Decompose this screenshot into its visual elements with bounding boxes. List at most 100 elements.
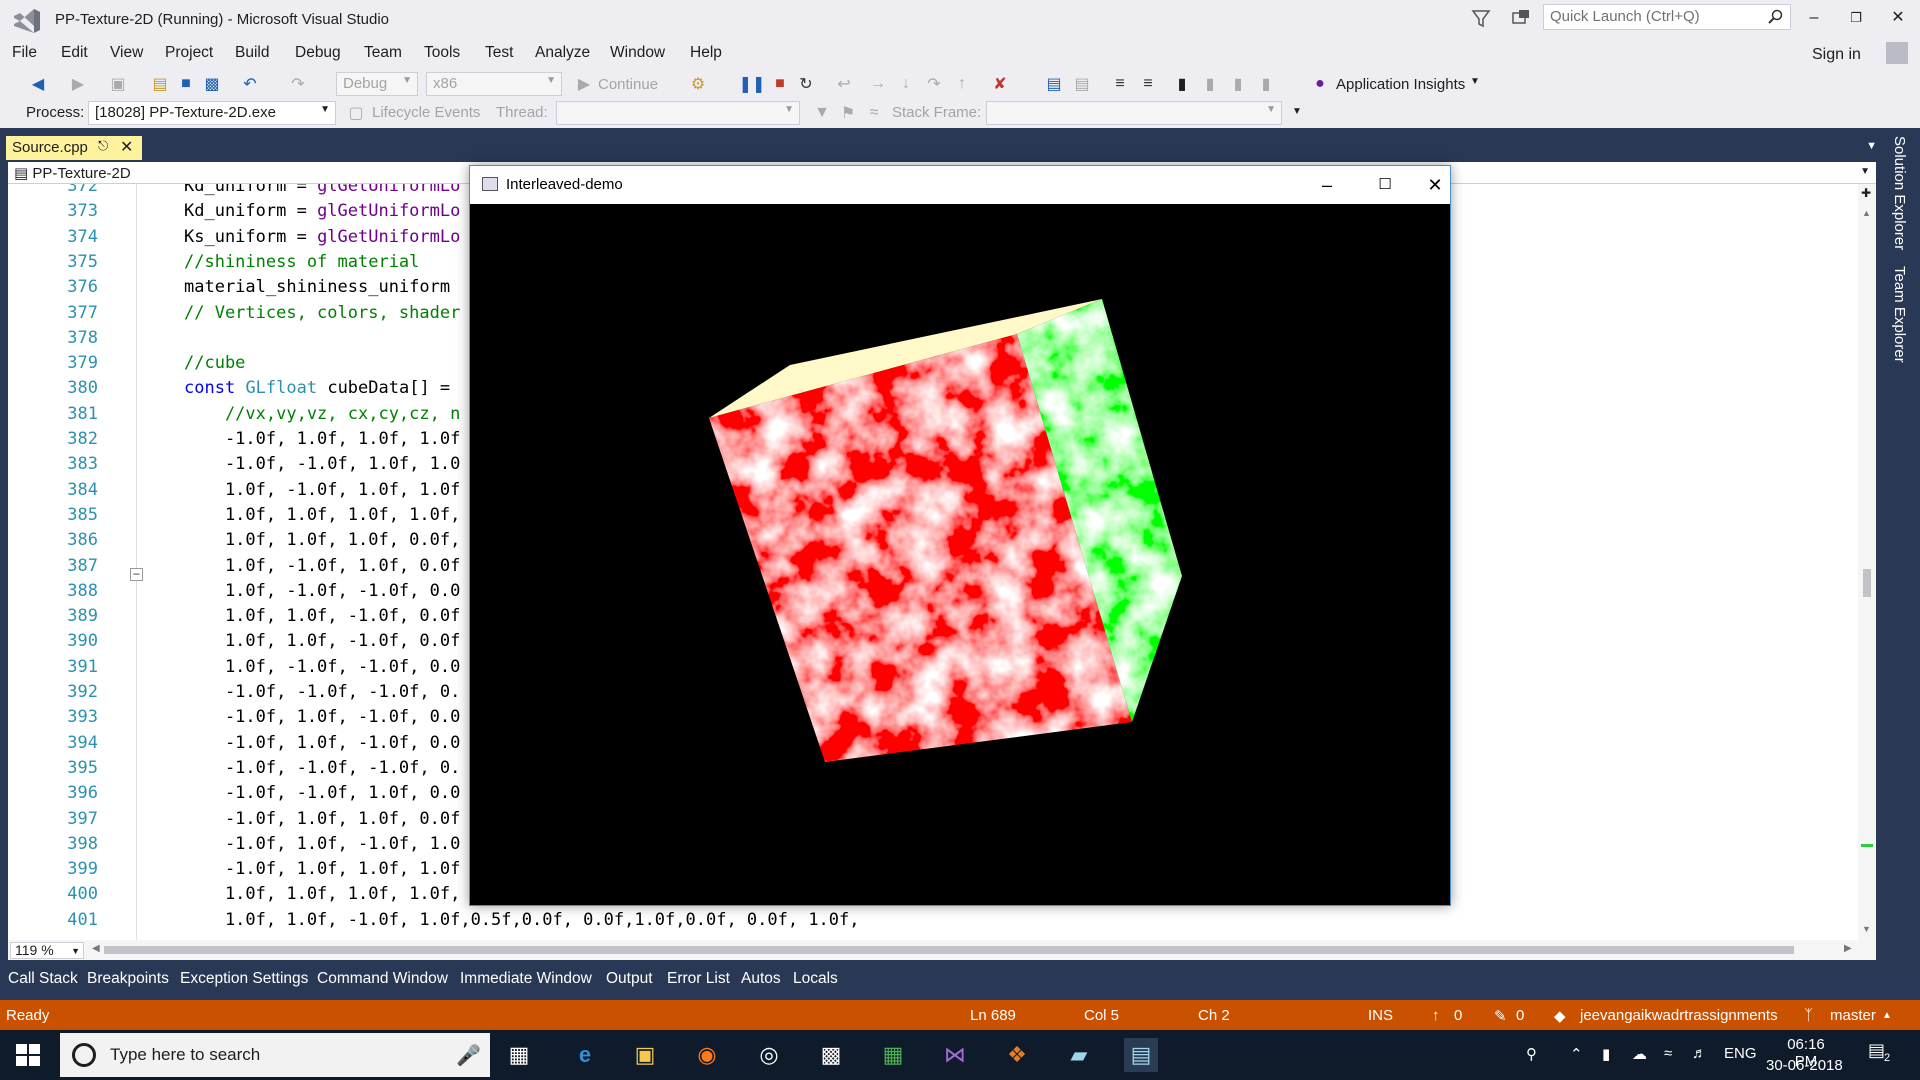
stop-icon[interactable]: ■ bbox=[770, 74, 790, 94]
close-icon[interactable]: ✕ bbox=[120, 137, 133, 157]
menu-project[interactable]: Project bbox=[165, 44, 213, 62]
code-line[interactable]: //shininess of material bbox=[184, 250, 419, 275]
comment-icon[interactable]: ▤ bbox=[1044, 74, 1064, 94]
close-icon[interactable]: ✕ bbox=[1420, 170, 1450, 200]
search-icon[interactable] bbox=[1768, 9, 1784, 25]
maximize-icon[interactable]: ☐ bbox=[1362, 170, 1408, 200]
image-editor-icon[interactable]: ▦ bbox=[876, 1038, 910, 1072]
code-line[interactable]: -1.0f, 1.0f, 1.0f, 1.0f bbox=[184, 857, 460, 882]
menu-test[interactable]: Test bbox=[485, 44, 513, 62]
thread-select[interactable]: ▼ bbox=[556, 101, 800, 125]
menu-build[interactable]: Build bbox=[235, 44, 269, 62]
tab-exception-settings[interactable]: Exception Settings bbox=[180, 970, 308, 988]
uncomment-icon[interactable]: ▤ bbox=[1072, 74, 1092, 94]
save-icon[interactable]: ■ bbox=[176, 74, 196, 94]
code-line[interactable]: -1.0f, -1.0f, 1.0f, 1.0 bbox=[184, 452, 460, 477]
scrollbar-thumb[interactable] bbox=[1863, 569, 1871, 597]
scroll-right-icon[interactable]: ▶ bbox=[1844, 943, 1852, 954]
menu-view[interactable]: View bbox=[110, 44, 143, 62]
notes-app-icon[interactable]: ▰ bbox=[1062, 1038, 1096, 1072]
clear-bookmarks-icon[interactable]: ▮ bbox=[1256, 74, 1276, 94]
branch-name[interactable]: master bbox=[1830, 1007, 1876, 1024]
show-next-statement-icon[interactable]: ↩ bbox=[834, 74, 854, 94]
process-select[interactable]: [18028] PP-Texture-2D.exe ▼ bbox=[88, 101, 336, 125]
volume-icon[interactable]: ♬ bbox=[1692, 1045, 1707, 1062]
tab-autos[interactable]: Autos bbox=[741, 970, 781, 988]
code-line[interactable]: -1.0f, 1.0f, -1.0f, 0.0 bbox=[184, 705, 460, 730]
exceptions-icon[interactable]: ✘ bbox=[990, 74, 1010, 94]
forward-icon[interactable]: ▶ bbox=[68, 74, 88, 94]
minimize-icon[interactable]: – bbox=[1796, 4, 1832, 32]
stack-frame-select[interactable]: ▼ bbox=[986, 101, 1282, 125]
menu-analyze[interactable]: Analyze bbox=[535, 44, 590, 62]
code-line[interactable]: const GLfloat cubeData[] = bbox=[184, 376, 450, 401]
people-icon[interactable]: ⚲ bbox=[1526, 1045, 1537, 1063]
step-over-icon[interactable]: ↓ bbox=[896, 74, 916, 94]
continue-button[interactable]: Continue bbox=[598, 76, 658, 93]
horizontal-scrollbar[interactable]: 119 % ▼ ◀ ▶ bbox=[8, 940, 1876, 960]
code-line[interactable]: material_shininess_uniform bbox=[184, 275, 450, 300]
application-insights-button[interactable]: Application Insights bbox=[1336, 76, 1465, 93]
code-line[interactable]: //cube bbox=[184, 351, 245, 376]
action-center-icon[interactable]: ▤ 2 bbox=[1868, 1040, 1898, 1070]
sign-in-link[interactable]: Sign in bbox=[1812, 46, 1861, 64]
opengl-demo-taskbar-icon[interactable]: ▤ bbox=[1124, 1038, 1158, 1072]
vertical-scrollbar[interactable]: ✚ ▲ ▼ bbox=[1858, 184, 1876, 940]
code-line[interactable]: -1.0f, 1.0f, 1.0f, 0.0f bbox=[184, 807, 460, 832]
lifecycle-events-button[interactable]: Lifecycle Events bbox=[372, 104, 480, 121]
menu-help[interactable]: Help bbox=[690, 44, 722, 62]
menu-file[interactable]: File bbox=[12, 44, 37, 62]
scroll-left-icon[interactable]: ◀ bbox=[92, 943, 100, 954]
notifications-filter-icon[interactable] bbox=[1470, 7, 1492, 29]
show-threads-icon[interactable]: ≈ bbox=[864, 103, 884, 123]
wifi-icon[interactable]: ≈ bbox=[1664, 1045, 1672, 1062]
show-hidden-icons[interactable]: ⌃ bbox=[1570, 1045, 1583, 1063]
clock-date[interactable]: 30-06-2018 bbox=[1766, 1057, 1843, 1074]
chevron-up-icon[interactable]: ▲ bbox=[1882, 1010, 1892, 1021]
visual-studio-taskbar-icon[interactable]: ⋈ bbox=[938, 1038, 972, 1072]
demo-window-title-bar[interactable]: Interleaved-demo – ☐ ✕ bbox=[470, 166, 1450, 204]
thread-filter-icon[interactable]: ▼ bbox=[812, 103, 832, 123]
code-line[interactable]: -1.0f, 1.0f, -1.0f, 0.0 bbox=[184, 731, 460, 756]
chevron-down-icon[interactable]: ▼ bbox=[1860, 166, 1870, 177]
code-line[interactable]: -1.0f, -1.0f, 1.0f, 0.0 bbox=[184, 781, 460, 806]
bookmark-icon[interactable]: ▮ bbox=[1172, 74, 1192, 94]
prev-bookmark-icon[interactable]: ▮ bbox=[1200, 74, 1220, 94]
solution-platform-select[interactable]: x86 ▼ bbox=[426, 72, 562, 96]
code-line[interactable]: 1.0f, 1.0f, -1.0f, 1.0f,0.5f,0.0f, 0.0f,… bbox=[184, 908, 860, 933]
media-app-icon[interactable]: ◎ bbox=[752, 1038, 786, 1072]
menu-tools[interactable]: Tools bbox=[424, 44, 460, 62]
play-icon[interactable]: ▶ bbox=[574, 74, 594, 94]
repository-name[interactable]: jeevangaikwadrtrassignments bbox=[1580, 1007, 1778, 1024]
save-all-icon[interactable]: ▩ bbox=[202, 74, 222, 94]
tab-command-window[interactable]: Command Window bbox=[317, 970, 448, 988]
taskbar-search-input[interactable]: Type here to search 🎤 bbox=[60, 1033, 490, 1077]
code-line[interactable]: -1.0f, -1.0f, -1.0f, 0. bbox=[184, 680, 460, 705]
step-out-icon[interactable]: ↷ bbox=[924, 74, 944, 94]
next-bookmark-icon[interactable]: ▮ bbox=[1228, 74, 1248, 94]
tab-solution-explorer[interactable]: Solution Explorer bbox=[1891, 136, 1908, 250]
chevron-down-icon[interactable]: ▼ bbox=[1470, 76, 1480, 87]
scroll-down-icon[interactable]: ▼ bbox=[1862, 924, 1871, 934]
code-line[interactable]: //vx,vy,vz, cx,cy,cz, n bbox=[184, 402, 460, 427]
chevron-down-icon[interactable]: ▼ bbox=[1866, 140, 1877, 152]
restart-icon[interactable]: ↻ bbox=[796, 74, 816, 94]
lifecycle-events-icon[interactable]: ▢ bbox=[346, 103, 366, 123]
project-dropdown[interactable]: ▤ PP-Texture-2D bbox=[14, 164, 131, 182]
chevron-down-icon[interactable]: ▼ bbox=[1292, 106, 1302, 117]
close-icon[interactable]: ✕ bbox=[1880, 4, 1916, 32]
opengl-demo-window[interactable]: Interleaved-demo – ☐ ✕ bbox=[469, 165, 1451, 906]
pending-changes-count[interactable]: 0 bbox=[1516, 1007, 1524, 1024]
code-line[interactable]: 1.0f, 1.0f, -1.0f, 0.0f bbox=[184, 604, 460, 629]
file-explorer-icon[interactable]: ▣ bbox=[628, 1038, 662, 1072]
code-line[interactable]: -1.0f, -1.0f, -1.0f, 0. bbox=[184, 756, 460, 781]
battery-icon[interactable]: ▮ bbox=[1602, 1045, 1610, 1063]
pause-icon[interactable]: ❚❚ bbox=[739, 74, 766, 94]
task-view-icon[interactable]: ▦ bbox=[502, 1038, 536, 1072]
feedback-icon[interactable] bbox=[1510, 7, 1532, 29]
microphone-icon[interactable]: 🎤 bbox=[456, 1043, 481, 1068]
collapse-icon[interactable]: − bbox=[130, 568, 143, 581]
thread-flag-icon[interactable]: ⚑ bbox=[838, 103, 858, 123]
solution-configuration-select[interactable]: Debug ▼ bbox=[336, 72, 418, 96]
code-line[interactable]: 1.0f, -1.0f, -1.0f, 0.0 bbox=[184, 655, 460, 680]
